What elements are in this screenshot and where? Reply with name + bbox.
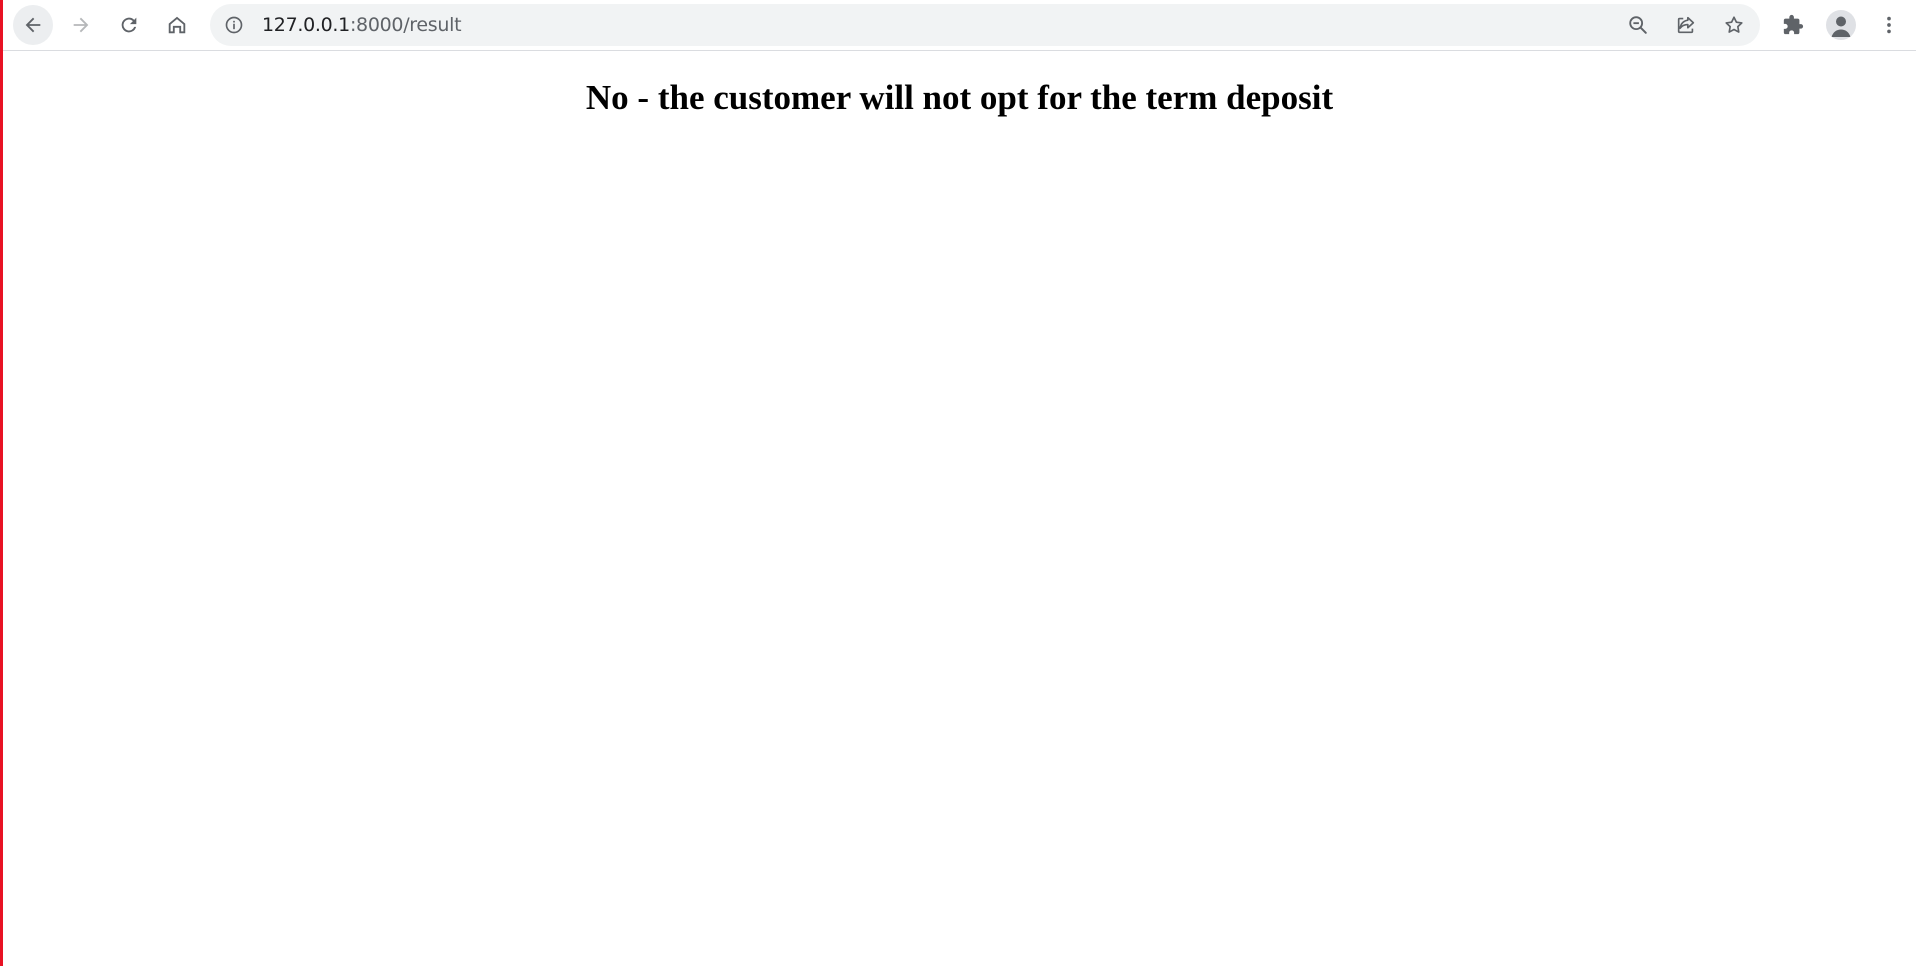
browser-toolbar: 127.0.0.1:8000/result (3, 0, 1916, 51)
page-content: No - the customer will not opt for the t… (3, 51, 1916, 966)
url-host: 127.0.0.1 (262, 14, 350, 36)
zoom-out-icon[interactable] (1626, 13, 1650, 37)
menu-button[interactable] (1869, 5, 1909, 45)
profile-button[interactable] (1821, 5, 1861, 45)
url-path: :8000/result (349, 14, 462, 36)
avatar-icon (1826, 10, 1856, 40)
reload-button[interactable] (109, 5, 149, 45)
reload-icon (118, 14, 140, 36)
address-bar[interactable]: 127.0.0.1:8000/result (210, 4, 1760, 46)
share-icon[interactable] (1674, 13, 1698, 37)
kebab-menu-icon (1878, 14, 1900, 36)
arrow-right-icon (70, 14, 92, 36)
browser-window: 127.0.0.1:8000/result No - the customer … (0, 0, 1916, 966)
home-icon (166, 14, 188, 36)
url-text[interactable]: 127.0.0.1:8000/result (262, 14, 462, 36)
home-button[interactable] (157, 5, 197, 45)
puzzle-icon (1782, 14, 1804, 36)
arrow-left-icon (22, 14, 44, 36)
back-button[interactable] (13, 5, 53, 45)
star-icon[interactable] (1722, 13, 1746, 37)
forward-button[interactable] (61, 5, 101, 45)
info-circle-icon[interactable] (224, 15, 244, 35)
extensions-button[interactable] (1773, 5, 1813, 45)
result-heading: No - the customer will not opt for the t… (585, 78, 1334, 117)
